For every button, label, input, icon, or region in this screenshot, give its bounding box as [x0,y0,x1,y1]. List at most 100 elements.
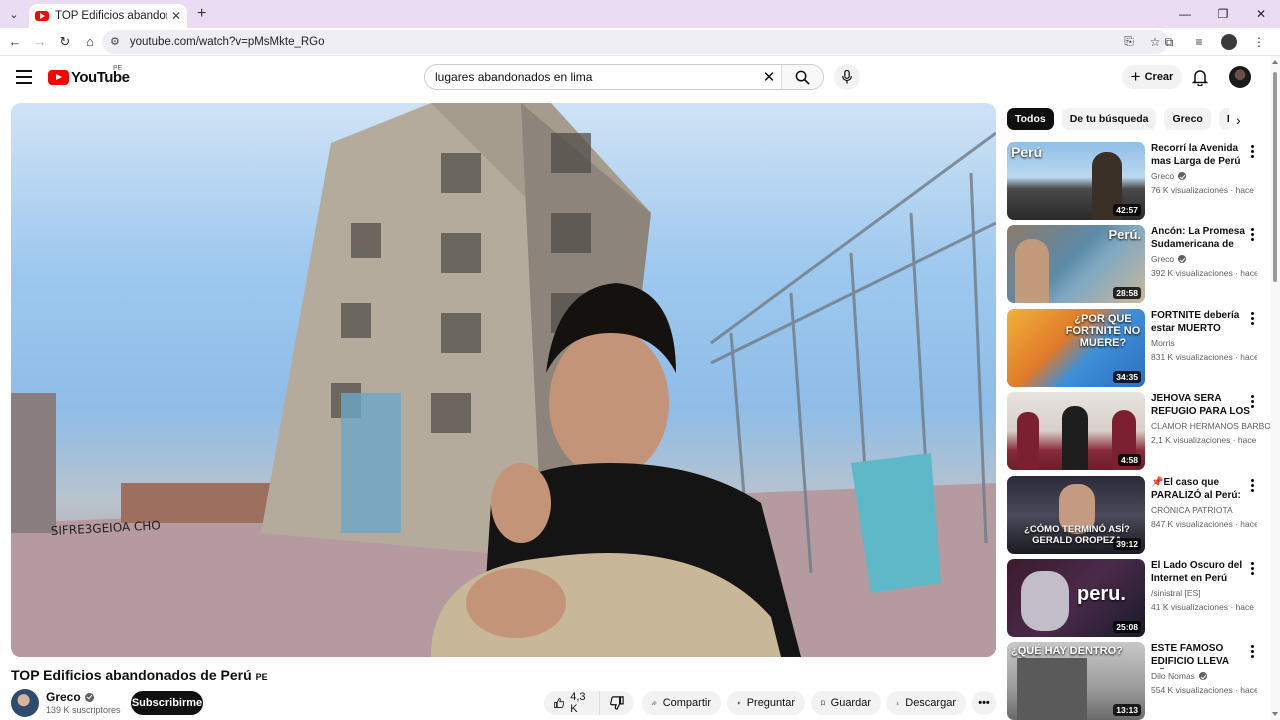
more-vert-icon[interactable] [1251,228,1255,243]
tab-close-icon[interactable]: ✕ [171,9,181,23]
video-thumbnail[interactable]: ¿QUÉ HAY DENTRO? 13:13 [1007,642,1145,720]
browser-tab[interactable]: TOP Edificios abandonados de Perú ✕ [29,4,187,28]
share-label: Compartir [662,697,711,709]
tab-search-icon[interactable]: ⌄ [3,3,25,25]
create-label: Crear [1144,71,1174,83]
video-thumbnail[interactable]: peru. 25:08 [1007,559,1145,637]
download-label: Descargar [905,697,956,709]
video-player[interactable]: SIFRE3GEIOA CHO [11,103,996,657]
channel-name: Morris [1151,338,1255,348]
scrollbar-thumb[interactable] [1273,72,1277,282]
video-thumbnail[interactable]: 4:58 [1007,392,1145,470]
filter-chips: Todos De tu búsqueda Greco Edificios [1007,108,1229,130]
video-title[interactable]: Ancón: La Promesa Sudamericana de Perú [1151,225,1255,252]
video-info: JEHOVA SERA REFUGIO PARA LOS POBRES CLAM… [1151,392,1280,445]
chevron-right-icon[interactable]: › [1236,112,1241,128]
create-button[interactable]: + Crear [1122,65,1182,89]
ask-label: Preguntar [746,697,795,709]
video-thumbnail[interactable]: ¿CÓMO TERMINÓ ASÍ? GERALD OROPEZA 39:12 [1007,476,1145,554]
list-item[interactable]: ¿POR QUE FORTNITE NO MUERE? 34:35 FORTNI… [1007,309,1262,387]
clear-search-icon[interactable]: ✕ [757,68,781,86]
restore-icon[interactable]: ❐ [1204,0,1242,28]
video-thumbnail[interactable]: Perú 42:57 [1007,142,1145,220]
list-item[interactable]: 4:58 JEHOVA SERA REFUGIO PARA LOS POBRES… [1007,392,1280,470]
reload-icon[interactable]: ↻ [53,30,77,54]
video-title[interactable]: FORTNITE debería estar MUERTO [1151,309,1255,336]
video-title[interactable]: El Lado Oscuro del Internet en Perú [1151,559,1255,586]
video-info: FORTNITE debería estar MUERTO Morris 831… [1151,309,1257,362]
bell-icon [1191,70,1209,87]
window-controls: — ❐ ✕ [1166,0,1280,28]
back-icon[interactable]: ← [3,30,27,54]
subscribe-button[interactable]: Subscribirme [131,691,203,715]
video-thumbnail[interactable]: ¿POR QUE FORTNITE NO MUERE? 34:35 [1007,309,1145,387]
sparkle-icon [737,701,741,705]
youtube-logo[interactable]: YouTube PE [48,65,130,86]
page-scrollbar[interactable] [1270,56,1280,720]
channel-avatar[interactable] [11,689,39,717]
more-actions-button[interactable]: ••• [972,691,996,715]
omnibox[interactable]: ⚙ youtube.com/watch?v=pMsMkte_RGo ⎘ ☆ [102,29,1168,54]
channel-name[interactable]: Greco [46,690,94,704]
site-info-icon[interactable]: ⚙ [110,35,120,48]
more-vert-icon[interactable] [1251,395,1255,410]
channel-name: Greco [1151,254,1255,264]
search-input[interactable]: lugares abandonados en lima [425,70,757,84]
chip-edificios[interactable]: Edificios [1218,108,1229,130]
channel-name-text[interactable]: Greco [1151,171,1174,181]
video-title[interactable]: Recorrí la Avenida mas Larga de Perú [1151,142,1255,169]
video-thumbnail[interactable]: Perú. 28:58 [1007,225,1145,303]
video-title[interactable]: JEHOVA SERA REFUGIO PARA LOS POBRES [1151,392,1255,419]
download-button[interactable]: Descargar [886,691,966,715]
scroll-up-icon[interactable] [1272,60,1278,64]
list-item[interactable]: Perú. 28:58 Ancón: La Promesa Sudamerica… [1007,225,1262,303]
browser-profile-avatar[interactable] [1221,34,1237,50]
share-button[interactable]: Compartir [642,691,721,715]
scroll-down-icon[interactable] [1272,712,1278,716]
notifications-button[interactable] [1191,68,1209,91]
list-item[interactable]: ¿CÓMO TERMINÓ ASÍ? GERALD OROPEZA 39:12 … [1007,476,1262,554]
video-info: Recorrí la Avenida mas Larga de Perú Gre… [1151,142,1257,195]
chip-todos[interactable]: Todos [1007,108,1054,130]
more-vert-icon[interactable] [1251,479,1255,494]
thumbnail-text: Perú. [1108,227,1141,242]
close-window-icon[interactable]: ✕ [1242,0,1280,28]
forward-icon[interactable]: → [28,30,52,54]
media-controls-icon[interactable]: ≡ [1184,30,1214,54]
list-item[interactable]: ¿QUÉ HAY DENTRO? 13:13 ESTE FAMOSO EDIFI… [1007,642,1262,720]
new-tab-button[interactable]: + [197,5,206,23]
channel-name-text[interactable]: CRÓNICA PATRIOTA [1151,505,1233,515]
chip-greco[interactable]: Greco [1164,108,1211,130]
list-item[interactable]: peru. 25:08 El Lado Oscuro del Internet … [1007,559,1262,637]
more-vert-icon[interactable] [1251,312,1255,327]
video-title[interactable]: 📌El caso que PARALIZÓ al Perú: Gerald Or… [1151,476,1255,503]
chip-de-tu-busqueda[interactable]: De tu búsqueda [1061,108,1157,130]
voice-search-button[interactable] [834,64,860,90]
search-button[interactable] [781,65,823,89]
minimize-icon[interactable]: — [1166,0,1204,28]
user-avatar[interactable] [1229,66,1251,88]
extensions-icon[interactable]: ⧉ [1154,30,1184,54]
more-vert-icon[interactable] [1251,645,1255,660]
channel-name-text[interactable]: Morris [1151,338,1175,348]
channel-name-text[interactable]: /sinistral [ES] [1151,588,1201,598]
install-app-icon[interactable]: ⎘ [1116,34,1142,49]
channel-name-text[interactable]: Greco [1151,254,1174,264]
like-button[interactable]: 4,3 K [544,691,600,715]
duration-badge: 13:13 [1113,704,1141,716]
menu-icon[interactable] [16,70,32,88]
channel-name-text[interactable]: CLAMOR HERMANOS BARBOZA [1151,421,1280,431]
duration-badge: 4:58 [1117,454,1141,466]
thumbnail-text: ¿QUÉ HAY DENTRO? [1011,645,1123,657]
list-item[interactable]: Perú 42:57 Recorrí la Avenida mas Larga … [1007,142,1262,220]
video-title[interactable]: ESTE FAMOSO EDIFICIO LLEVA AÑOS [1151,642,1255,669]
more-vert-icon[interactable] [1251,562,1255,577]
home-icon[interactable]: ⌂ [78,30,102,54]
channel-name-text[interactable]: Dilo Nomas [1151,671,1195,681]
more-vert-icon[interactable] [1251,145,1255,160]
dislike-button[interactable] [600,691,634,715]
ask-button[interactable]: Preguntar [727,691,805,715]
save-button[interactable]: Guardar [811,691,881,715]
browser-menu-icon[interactable]: ⋮ [1244,30,1274,54]
video-info: El Lado Oscuro del Internet en Perú /sin… [1151,559,1257,612]
